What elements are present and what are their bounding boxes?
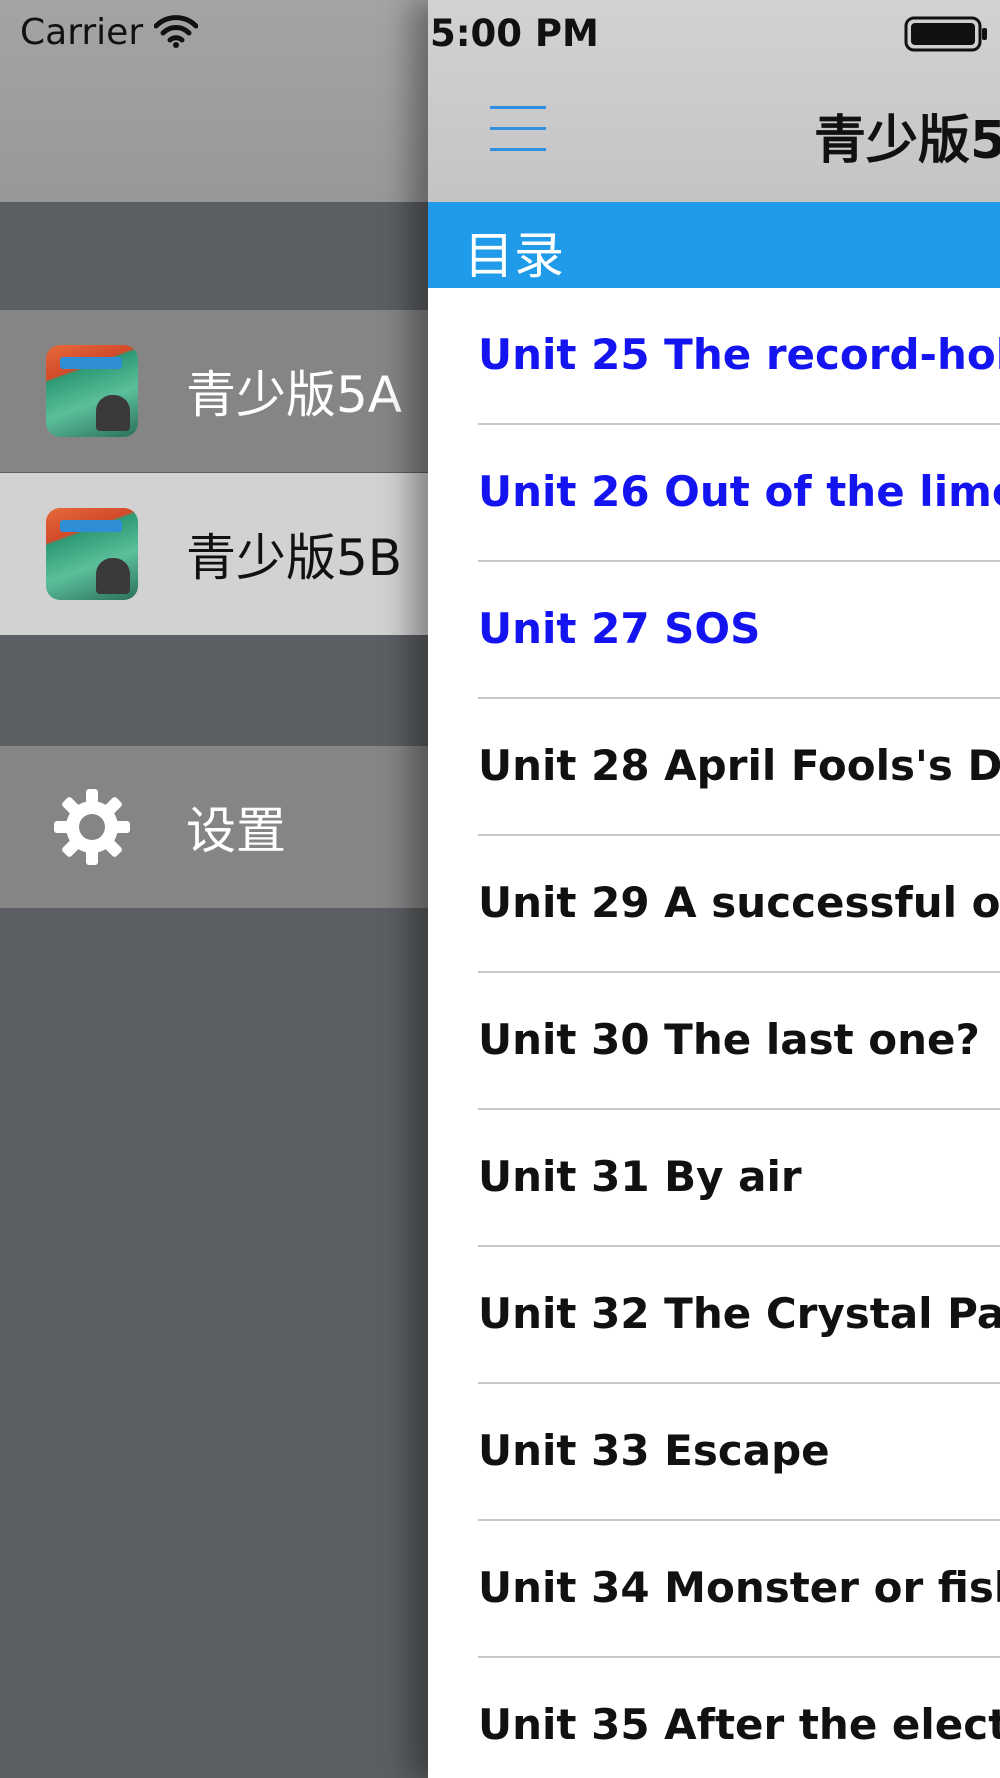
- list-item-label: Unit 28 April Fools's Day: [478, 741, 1000, 790]
- list-item[interactable]: Unit 33 Escape: [428, 1384, 1000, 1521]
- list-item-label: Unit 25 The record-holde: [478, 330, 1000, 379]
- status-time: 5:00 PM: [430, 12, 599, 55]
- drawer-item-5a[interactable]: 青少版5A: [0, 310, 430, 472]
- drawer-item-label: 设置: [186, 802, 286, 860]
- page-title: 青少版5: [814, 111, 1000, 171]
- main-panel: 5:00 PM 青少版5 目录 Unit 25 The record-holde…: [428, 0, 1000, 1778]
- navigation-bar: 5:00 PM 青少版5: [428, 0, 1000, 202]
- book-cover-icon: [46, 345, 138, 437]
- list-item-label: Unit 30 The last one?: [478, 1015, 980, 1064]
- list-item-label: Unit 29 A successful ope: [478, 878, 1000, 927]
- list-item[interactable]: Unit 35 After the election: [428, 1658, 1000, 1778]
- drawer-header: Carrier: [0, 0, 430, 202]
- list-item[interactable]: Unit 31 By air: [428, 1110, 1000, 1247]
- list-item-label: Unit 35 After the election: [478, 1700, 1000, 1749]
- drawer-item-5b[interactable]: 青少版5B: [0, 473, 430, 635]
- list-item[interactable]: Unit 34 Monster or fish?: [428, 1521, 1000, 1658]
- battery-icon: [904, 16, 987, 52]
- list-item[interactable]: Unit 27 SOS: [428, 562, 1000, 699]
- list-item[interactable]: Unit 25 The record-holde: [428, 288, 1000, 425]
- gear-icon: [54, 789, 130, 865]
- section-header: 目录: [428, 202, 1000, 288]
- book-cover-icon: [46, 508, 138, 600]
- list-item-label: Unit 32 The Crystal Palac: [478, 1289, 1000, 1338]
- list-item-label: Unit 26 Out of the limelig: [478, 467, 1000, 516]
- list-item-label: Unit 34 Monster or fish?: [478, 1563, 1000, 1612]
- list-item-label: Unit 27 SOS: [478, 604, 761, 653]
- list-item[interactable]: Unit 29 A successful ope: [428, 836, 1000, 973]
- drawer-item-label: 青少版5B: [186, 529, 403, 587]
- list-item-label: Unit 31 By air: [478, 1152, 802, 1201]
- hamburger-icon[interactable]: [490, 106, 546, 152]
- list-item-label: Unit 33 Escape: [478, 1426, 830, 1475]
- list-item[interactable]: Unit 28 April Fools's Day: [428, 699, 1000, 836]
- unit-list: Unit 25 The record-holde Unit 26 Out of t…: [428, 288, 1000, 1778]
- wifi-icon: [154, 15, 198, 48]
- side-drawer: Carrier 青少版5A 青少版5B 设置: [0, 0, 430, 1778]
- section-title: 目录: [464, 227, 564, 285]
- drawer-item-label: 青少版5A: [186, 366, 403, 424]
- list-item[interactable]: Unit 26 Out of the limelig: [428, 425, 1000, 562]
- list-item[interactable]: Unit 32 The Crystal Palac: [428, 1247, 1000, 1384]
- list-item[interactable]: Unit 30 The last one?: [428, 973, 1000, 1110]
- drawer-item-settings[interactable]: 设置: [0, 746, 430, 908]
- carrier-label: Carrier: [20, 12, 144, 53]
